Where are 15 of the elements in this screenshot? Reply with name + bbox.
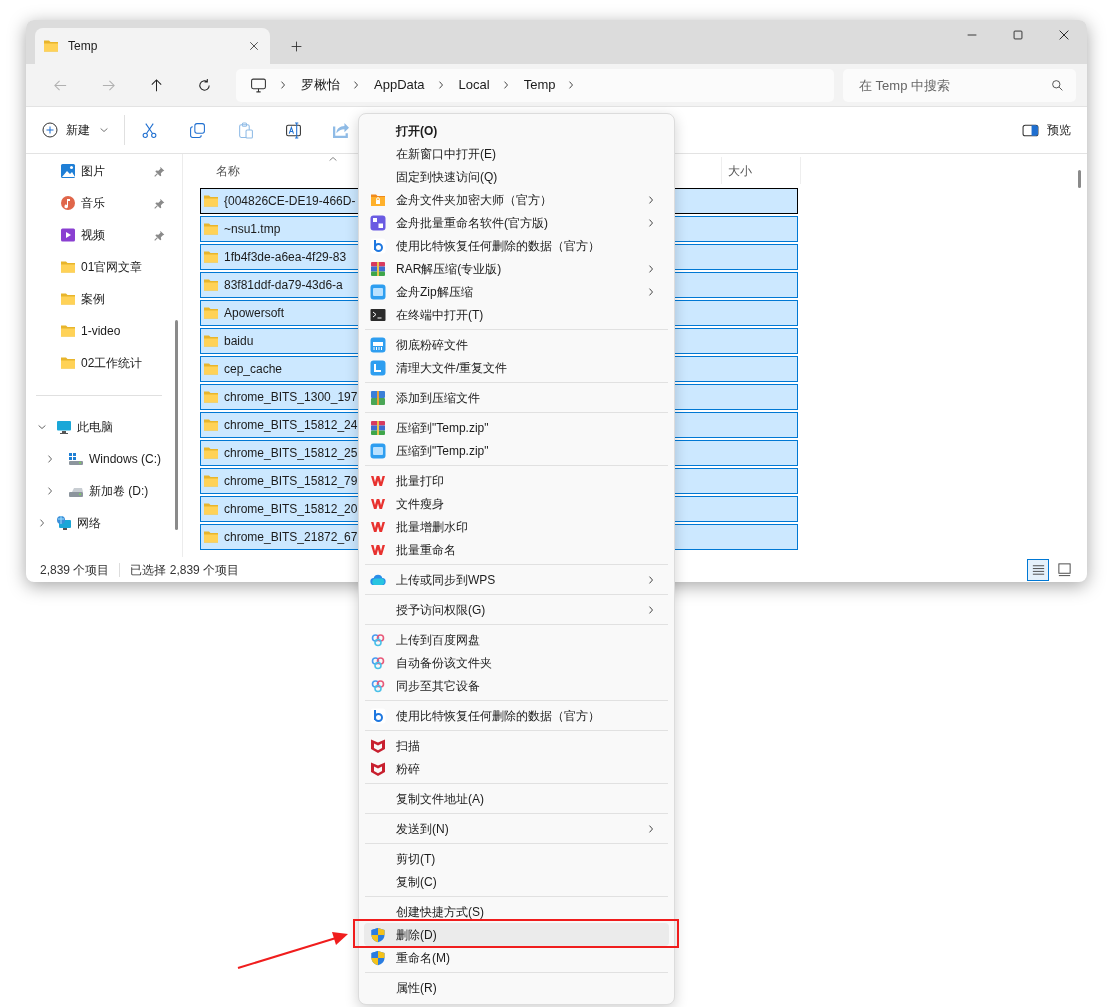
file-name: chrome_BITS_21872_67 — [224, 529, 358, 546]
file-name: Apowersoft — [224, 305, 285, 322]
file-name: chrome_BITS_15812_24 — [224, 417, 358, 434]
file-name: cep_cache — [224, 361, 283, 378]
file-name: {004826CE-DE19-466D- — [224, 193, 356, 210]
selection-count: 已选择 2,839 个项目 — [130, 561, 240, 579]
item-count: 2,839 个项目 — [40, 561, 110, 579]
file-name: 1fb4f3de-a6ea-4f29-83 — [224, 249, 347, 266]
file-name: 83f81ddf-da79-43d6-a — [224, 277, 343, 294]
file-name: chrome_BITS_15812_79 — [224, 473, 358, 490]
file-name: chrome_BITS_15812_25 — [224, 445, 358, 462]
file-name: baidu — [224, 333, 254, 350]
file-name: chrome_BITS_15812_20 — [224, 501, 358, 518]
file-name: chrome_BITS_1300_197 — [224, 389, 358, 406]
file-name: ~nsu1.tmp — [224, 221, 281, 238]
